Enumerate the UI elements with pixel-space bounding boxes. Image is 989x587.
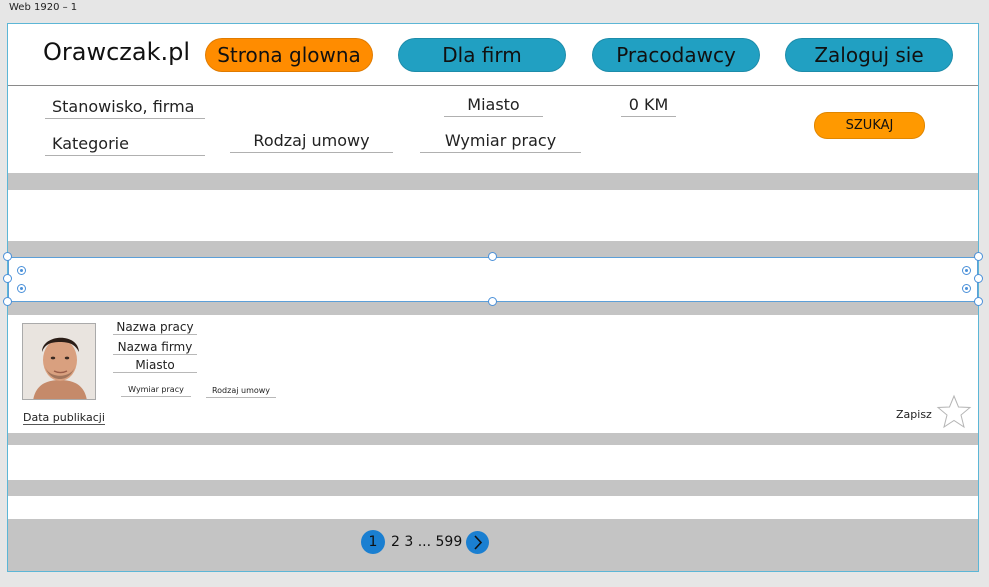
- chevron-right-icon: [474, 534, 483, 550]
- publish-date: Data publikacji: [23, 411, 105, 425]
- position-company-field[interactable]: Stanowisko, firma: [45, 97, 205, 119]
- contract-type-field[interactable]: Rodzaj umowy: [230, 131, 393, 153]
- nav-login-button[interactable]: Zaloguj sie: [785, 38, 953, 72]
- city-field[interactable]: Miasto: [444, 95, 543, 117]
- selection-handle[interactable]: [17, 284, 26, 293]
- resize-handle[interactable]: [974, 274, 983, 283]
- star-icon[interactable]: [936, 394, 972, 430]
- page-numbers[interactable]: 2 3 ... 599: [391, 534, 462, 550]
- resize-handle[interactable]: [488, 252, 497, 261]
- pagination: 1 2 3 ... 599: [361, 530, 490, 554]
- resize-handle[interactable]: [3, 252, 12, 261]
- nav-for-companies-button[interactable]: Dla firm: [398, 38, 566, 72]
- site-logo[interactable]: Orawczak.pl: [43, 38, 190, 66]
- avatar: [22, 323, 96, 400]
- category-field[interactable]: Kategorie: [45, 134, 205, 156]
- work-time-field[interactable]: Wymiar pracy: [420, 131, 581, 153]
- list-item-selected[interactable]: [8, 257, 978, 302]
- selection-handle[interactable]: [17, 266, 26, 275]
- resize-handle[interactable]: [3, 297, 12, 306]
- person-photo-icon: [23, 324, 95, 399]
- resize-handle[interactable]: [488, 297, 497, 306]
- selection-handle[interactable]: [962, 284, 971, 293]
- header: Orawczak.pl Strona glowna Dla firm Praco…: [8, 24, 978, 86]
- job-city: Miasto: [113, 358, 197, 373]
- job-work-time: Wymiar pracy: [121, 385, 191, 397]
- nav-employers-button[interactable]: Pracodawcy: [592, 38, 760, 72]
- resize-handle[interactable]: [3, 274, 12, 283]
- resize-handle[interactable]: [974, 252, 983, 261]
- list-item[interactable]: [8, 445, 978, 480]
- artboard-label: Web 1920 – 1: [9, 2, 78, 13]
- job-contract-type: Rodzaj umowy: [206, 386, 276, 398]
- list-item[interactable]: [8, 190, 978, 241]
- save-label[interactable]: Zapisz: [896, 408, 932, 421]
- next-page-button[interactable]: [466, 530, 490, 554]
- distance-field[interactable]: 0 KM: [621, 95, 676, 117]
- list-item[interactable]: [8, 496, 978, 519]
- nav-home-button[interactable]: Strona glowna: [205, 38, 373, 72]
- search-button[interactable]: SZUKAJ: [814, 112, 925, 139]
- page-current[interactable]: 1: [361, 530, 385, 554]
- artboard: Orawczak.pl Strona glowna Dla firm Praco…: [3, 23, 983, 572]
- resize-handle[interactable]: [974, 297, 983, 306]
- job-card[interactable]: Nazwa pracy Nazwa firmy Miasto Wymiar pr…: [8, 315, 978, 433]
- selection-handle[interactable]: [962, 266, 971, 275]
- search-panel: Stanowisko, firma Miasto 0 KM Kategorie …: [8, 86, 978, 173]
- job-name[interactable]: Nazwa pracy: [113, 320, 197, 335]
- company-name[interactable]: Nazwa firmy: [113, 340, 197, 355]
